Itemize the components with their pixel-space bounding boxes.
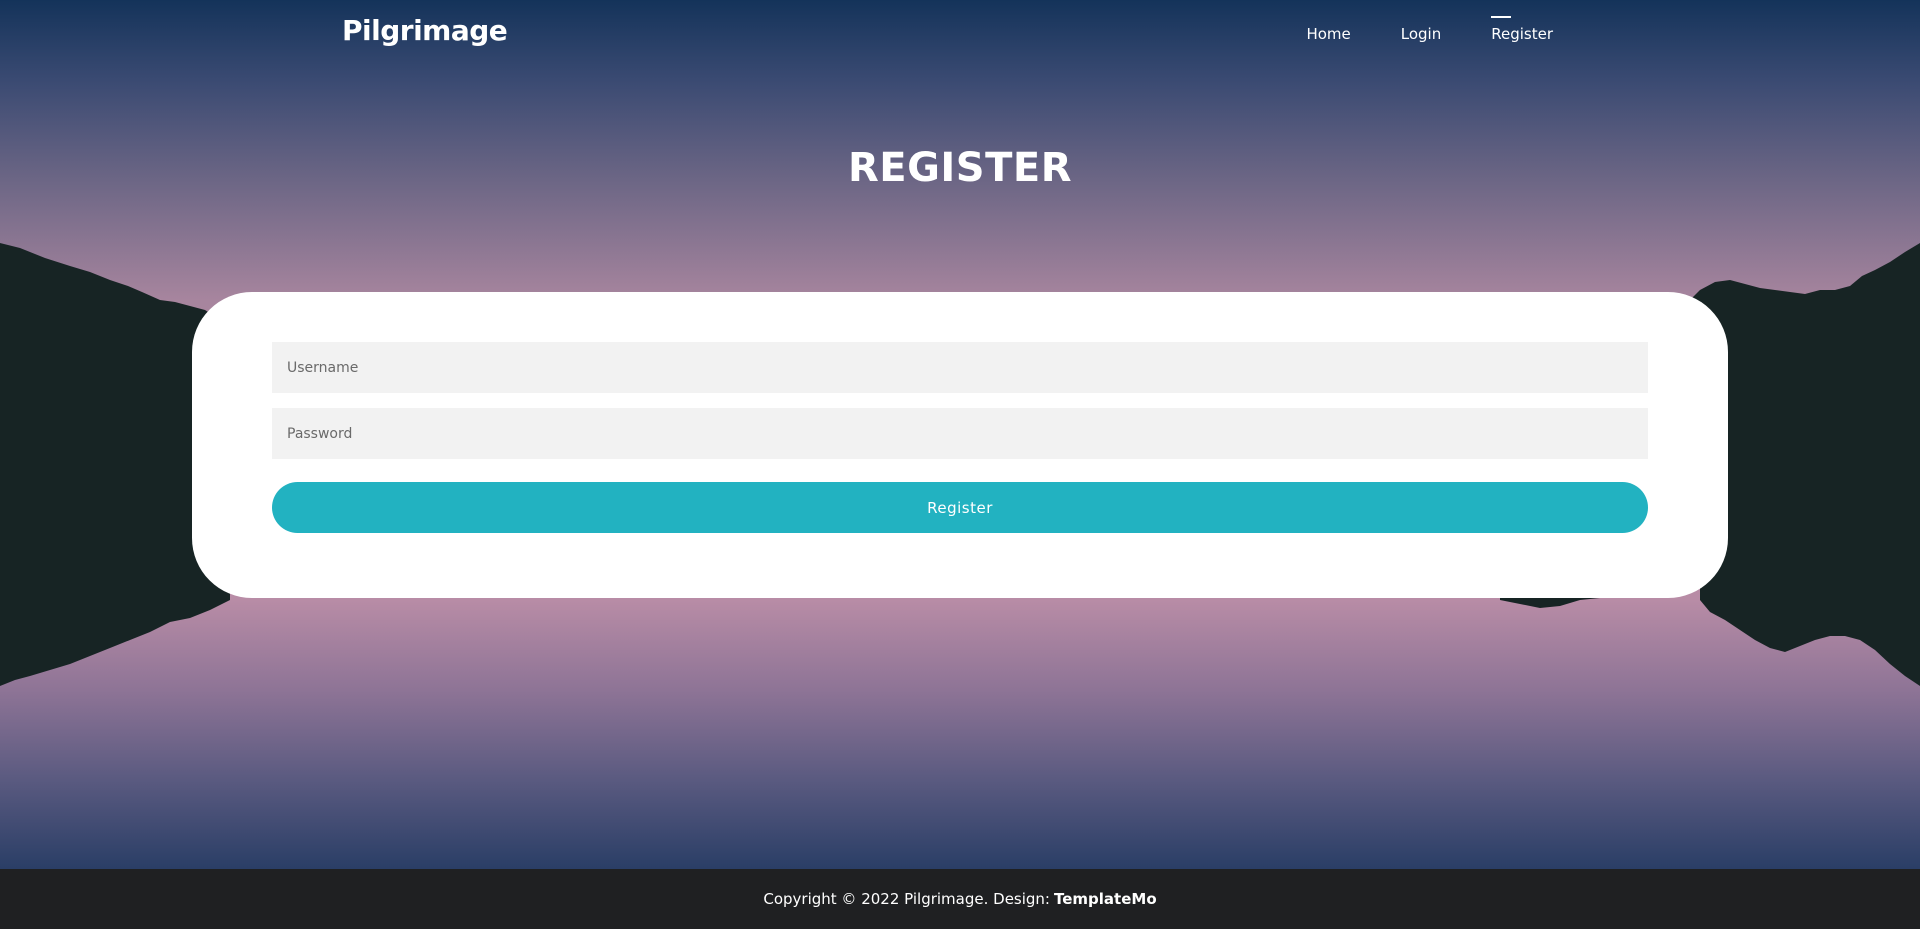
right-shore <box>1500 597 1600 608</box>
hero-background: Pilgrimage Home Login Register REGISTER … <box>0 0 1920 869</box>
register-submit-button[interactable]: Register <box>272 482 1648 533</box>
nav-home-link[interactable]: Home <box>1306 24 1350 44</box>
nav-login-link[interactable]: Login <box>1401 24 1441 44</box>
page-title: REGISTER <box>847 144 1073 191</box>
nav-register-link[interactable]: Register <box>1491 16 1553 44</box>
site-logo[interactable]: Pilgrimage <box>342 14 508 47</box>
register-form-card: Register <box>192 292 1728 598</box>
footer: Copyright © 2022 Pilgrimage. Design: Tem… <box>0 869 1920 929</box>
username-input[interactable] <box>272 342 1648 393</box>
main-nav: Home Login Register <box>1256 16 1553 44</box>
footer-copyright: Copyright © 2022 Pilgrimage. Design: <box>763 890 1050 908</box>
footer-templatemo-link[interactable]: TemplateMo <box>1054 890 1157 908</box>
password-input[interactable] <box>272 408 1648 459</box>
page: Pilgrimage Home Login Register REGISTER … <box>0 0 1920 929</box>
